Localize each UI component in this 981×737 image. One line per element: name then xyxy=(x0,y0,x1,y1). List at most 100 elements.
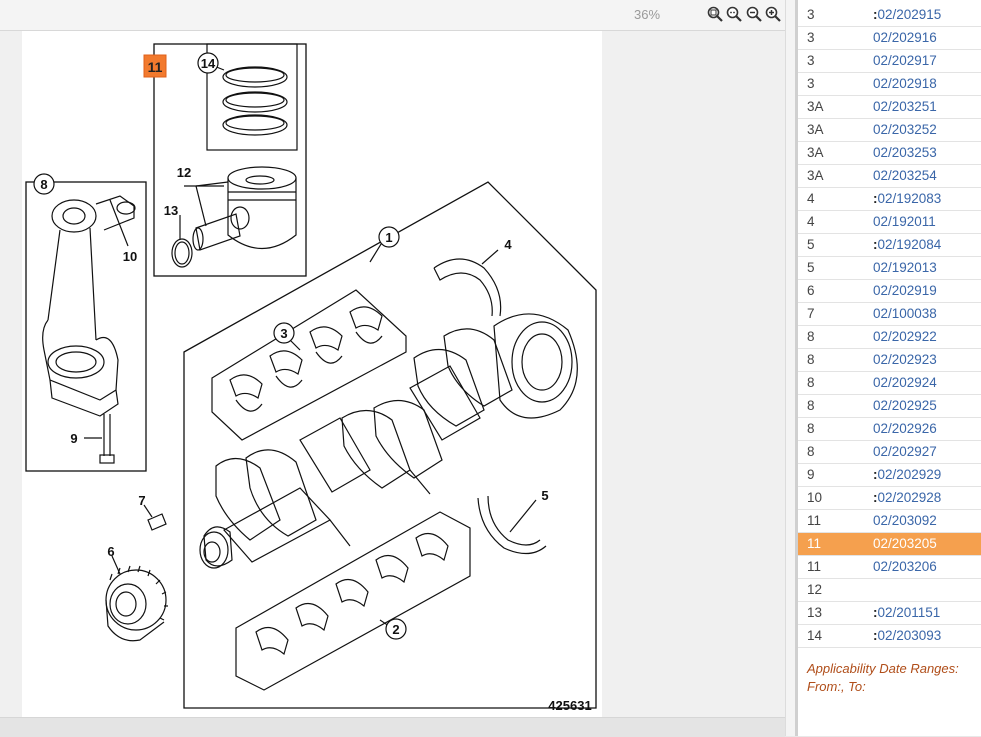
part-number-link[interactable]: :02/203093 xyxy=(873,625,941,647)
part-number-link[interactable]: :02/202915 xyxy=(873,4,941,26)
upper-bearings-group xyxy=(211,289,407,441)
item-number: 8 xyxy=(807,375,815,390)
parts-row[interactable]: 3:02/202915 xyxy=(798,4,981,27)
parts-row[interactable]: 7 02/100038 xyxy=(798,303,981,326)
parts-row[interactable]: 8 02/202922 xyxy=(798,326,981,349)
callout-5[interactable]: 5 xyxy=(541,488,548,503)
parts-row[interactable]: 3 02/202917 xyxy=(798,50,981,73)
horizontal-scrollbar[interactable] xyxy=(0,717,785,737)
parts-row[interactable]: 12 xyxy=(798,579,981,602)
part-number-link[interactable]: 02/192011 xyxy=(873,211,936,233)
parts-row[interactable]: 14:02/203093 xyxy=(798,625,981,648)
callout-4[interactable]: 4 xyxy=(504,237,512,252)
part-number-link[interactable]: 02/192013 xyxy=(873,257,937,279)
parts-row[interactable]: 11 02/203206 xyxy=(798,556,981,579)
part-number-link[interactable]: 02/203253 xyxy=(873,142,937,164)
svg-text:10: 10 xyxy=(123,249,137,264)
parts-row[interactable]: 4 02/192011 xyxy=(798,211,981,234)
part-number-link[interactable]: 02/202923 xyxy=(873,349,937,371)
parts-row[interactable]: 3 02/202918 xyxy=(798,73,981,96)
zoom-in-icon[interactable] xyxy=(765,6,781,22)
part-number-link[interactable]: 02/202922 xyxy=(873,326,937,348)
part-number-link[interactable]: 02/202925 xyxy=(873,395,937,417)
svg-text:11: 11 xyxy=(148,59,163,75)
item-number: 3A xyxy=(807,99,824,114)
parts-row[interactable]: 8 02/202923 xyxy=(798,349,981,372)
item-number: 5 xyxy=(807,260,815,275)
lower-bearings-group xyxy=(235,511,471,691)
parts-row[interactable]: 10:02/202928 xyxy=(798,487,981,510)
part-number-link[interactable]: 02/202926 xyxy=(873,418,937,440)
part-number-link[interactable]: 02/202918 xyxy=(873,73,937,95)
conrod-bolt xyxy=(99,414,115,464)
part-number-link[interactable]: 02/202927 xyxy=(873,441,937,463)
part-number-link[interactable]: 02/203251 xyxy=(873,96,937,118)
part-number-link[interactable]: 02/202919 xyxy=(873,280,937,302)
item-number: 4 xyxy=(807,191,815,206)
part-number-text: 02/203254 xyxy=(873,168,937,183)
parts-row[interactable]: 8 02/202925 xyxy=(798,395,981,418)
part-number-text: 02/203206 xyxy=(873,559,937,574)
parts-row[interactable]: 5:02/192084 xyxy=(798,234,981,257)
item-number: 3 xyxy=(807,76,815,91)
callout-13[interactable]: 13 xyxy=(164,203,178,218)
part-number-link[interactable]: 02/203206 xyxy=(873,556,937,578)
part-number-link[interactable]: 02/203252 xyxy=(873,119,937,141)
callout-12[interactable]: 12 xyxy=(177,165,191,180)
callout-7[interactable]: 7 xyxy=(138,493,145,508)
part-number-text: 02/202918 xyxy=(873,76,937,91)
piston-pin xyxy=(192,213,241,251)
zoom-out-icon[interactable] xyxy=(746,6,762,22)
part-number-text: 02/202916 xyxy=(873,30,937,45)
callout-11[interactable]: 11 xyxy=(143,54,167,78)
callout-9[interactable]: 9 xyxy=(70,431,77,446)
part-number-link[interactable]: 02/203205 xyxy=(873,533,937,555)
svg-text:6: 6 xyxy=(107,544,114,559)
callout-14[interactable]: 14 xyxy=(197,52,219,74)
svg-text:14: 14 xyxy=(201,56,216,71)
callout-6[interactable]: 6 xyxy=(107,544,114,559)
part-number-text: 02/203253 xyxy=(873,145,937,160)
parts-row[interactable]: 11 02/203092 xyxy=(798,510,981,533)
parts-row[interactable]: 8 02/202927 xyxy=(798,441,981,464)
item-number: 4 xyxy=(807,214,815,229)
item-number: 3A xyxy=(807,122,824,137)
part-number-link[interactable]: :02/202929 xyxy=(873,464,941,486)
thrust-washer-lower xyxy=(477,495,547,555)
part-number-link[interactable]: 02/100038 xyxy=(873,303,937,325)
callout-10[interactable]: 10 xyxy=(123,249,137,264)
parts-row[interactable]: 3 02/202916 xyxy=(798,27,981,50)
parts-row[interactable]: 5 02/192013 xyxy=(798,257,981,280)
parts-row[interactable]: 3A 02/203253 xyxy=(798,142,981,165)
svg-text:1: 1 xyxy=(385,230,392,245)
zoom-fit-icon[interactable] xyxy=(707,6,723,22)
part-number-text: 02/202928 xyxy=(877,490,942,505)
part-number-link[interactable]: :02/192083 xyxy=(873,188,941,210)
parts-row[interactable]: 3A 02/203254 xyxy=(798,165,981,188)
parts-row[interactable]: 3A 02/203252 xyxy=(798,119,981,142)
parts-row[interactable]: 6 02/202919 xyxy=(798,280,981,303)
callout-2[interactable]: 2 xyxy=(385,618,407,640)
parts-row[interactable]: 8 02/202926 xyxy=(798,418,981,441)
part-number-link[interactable]: 02/202916 xyxy=(873,27,937,49)
part-number-link[interactable]: 02/202917 xyxy=(873,50,937,72)
parts-row[interactable]: 13:02/201151 xyxy=(798,602,981,625)
parts-row[interactable]: 11 02/203205 xyxy=(798,533,981,556)
callout-1[interactable]: 1 xyxy=(378,226,400,248)
part-number-link[interactable]: 02/203092 xyxy=(873,510,937,532)
part-number-link[interactable]: 02/203254 xyxy=(873,165,937,187)
parts-row[interactable]: 9:02/202929 xyxy=(798,464,981,487)
callout-3[interactable]: 3 xyxy=(273,322,295,344)
callout-8[interactable]: 8 xyxy=(33,173,55,195)
parts-row[interactable]: 8 02/202924 xyxy=(798,372,981,395)
parts-row[interactable]: 4 :02/192083 xyxy=(798,188,981,211)
part-number-link[interactable]: :02/202928 xyxy=(873,487,941,509)
svg-text:7: 7 xyxy=(138,493,145,508)
parts-row[interactable]: 3A 02/203251 xyxy=(798,96,981,119)
part-number-text: 02/202917 xyxy=(873,53,937,68)
diagram-canvas[interactable]: 11 14 12 13 8 10 9 1 3 4 5 7 6 2 425631 xyxy=(22,31,602,717)
part-number-link[interactable]: 02/202924 xyxy=(873,372,937,394)
part-number-link[interactable]: :02/192084 xyxy=(873,234,941,256)
part-number-link[interactable]: :02/201151 xyxy=(873,602,940,624)
zoom-actual-icon[interactable] xyxy=(726,6,742,22)
